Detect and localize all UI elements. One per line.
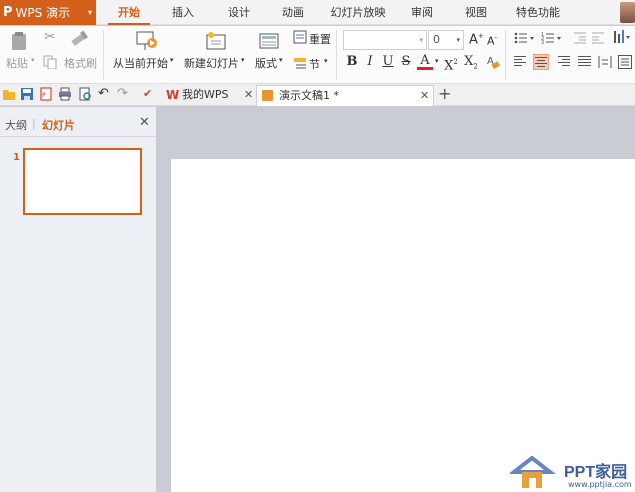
paste-icon[interactable] xyxy=(8,30,30,52)
grow-font-icon[interactable]: A+ xyxy=(469,32,484,47)
section-label[interactable]: 节 xyxy=(309,56,320,72)
menu-special[interactable]: 特色功能 xyxy=(510,0,566,25)
ribbon: 粘贴 ▾ ✂ 格式刷 从当前开始 ▾ 新建幻灯片 ▾ 版式 ▾ 重置 节 ▾ ▾… xyxy=(0,26,635,84)
font-color-button[interactable]: A xyxy=(417,54,433,70)
layout-icon[interactable] xyxy=(258,30,280,52)
chevron-down-icon[interactable]: ▾ xyxy=(324,57,328,65)
line-spacing-icon[interactable] xyxy=(617,54,633,70)
strikethrough-button[interactable]: S xyxy=(398,54,414,70)
chevron-down-icon[interactable]: ▾ xyxy=(435,57,439,65)
menu-slideshow[interactable]: 幻灯片放映 xyxy=(326,0,390,25)
avatar[interactable] xyxy=(620,2,635,23)
align-center-icon[interactable] xyxy=(533,54,549,70)
bullets-icon[interactable] xyxy=(513,30,541,46)
menu-insert[interactable]: 插入 xyxy=(163,0,203,25)
close-icon[interactable]: ✕ xyxy=(139,115,150,130)
new-slide-icon[interactable] xyxy=(203,29,229,53)
font-size-value: 0 xyxy=(433,33,440,46)
text-direction-icon[interactable] xyxy=(612,28,632,46)
chevron-down-icon[interactable]: ▾ xyxy=(241,56,245,64)
shrink-font-icon[interactable]: A- xyxy=(487,34,497,48)
decrease-indent-icon[interactable] xyxy=(572,30,588,46)
align-left-icon[interactable] xyxy=(513,54,529,70)
presentation-file-icon xyxy=(262,90,273,101)
close-icon[interactable]: ✕ xyxy=(420,86,429,106)
svg-text:3: 3 xyxy=(541,40,544,45)
superscript-button[interactable]: X2 xyxy=(443,54,459,73)
from-current-label[interactable]: 从当前开始 xyxy=(113,55,168,71)
tab-outline[interactable]: 大纲 xyxy=(5,117,27,133)
menu-review[interactable]: 审阅 xyxy=(402,0,442,25)
print-preview-icon[interactable] xyxy=(78,87,92,101)
tab-slides[interactable]: 幻灯片 xyxy=(42,117,75,133)
new-tab-button[interactable]: + xyxy=(438,85,451,106)
menu-home[interactable]: 开始 xyxy=(108,0,150,25)
font-name-combo[interactable]: ▾ xyxy=(343,30,427,50)
bold-button[interactable]: B xyxy=(344,54,360,70)
copy-icon[interactable] xyxy=(42,54,58,70)
panel-header: 大纲 | 幻灯片 ✕ xyxy=(0,107,157,137)
print-icon[interactable] xyxy=(58,87,72,101)
format-painter-label[interactable]: 格式刷 xyxy=(64,55,97,71)
font-size-combo[interactable]: 0 ▾ xyxy=(428,30,464,50)
menu-view[interactable]: 视图 xyxy=(456,0,496,25)
slide-page[interactable] xyxy=(171,159,635,492)
paste-dropdown-icon[interactable]: ▾ xyxy=(31,56,35,64)
wps-w-icon: W xyxy=(166,88,180,102)
distribute-icon[interactable] xyxy=(597,54,613,70)
chevron-down-icon: ▾ xyxy=(456,36,460,44)
app-name: WPS 演示 xyxy=(15,6,71,20)
reset-label[interactable]: 重置 xyxy=(309,31,331,47)
tab-document-label: 演示文稿1 * xyxy=(279,89,339,102)
menu-design[interactable]: 设计 xyxy=(219,0,259,25)
chevron-down-icon[interactable]: ▾ xyxy=(170,56,174,64)
paste-label[interactable]: 粘贴 xyxy=(6,55,28,71)
redo-icon[interactable]: ↷ xyxy=(117,87,131,101)
check-icon[interactable]: ✔ xyxy=(143,87,157,101)
underline-button[interactable]: U xyxy=(380,54,396,70)
chevron-down-icon: ▾ xyxy=(419,36,423,44)
menu-bar: P WPS 演示 ▾ 开始 插入 设计 动画 幻灯片放映 审阅 视图 特色功能 xyxy=(0,0,635,25)
numbering-icon[interactable]: 123 xyxy=(540,30,568,46)
layout-label[interactable]: 版式 xyxy=(255,55,277,71)
chevron-down-icon: ▾ xyxy=(87,8,92,17)
quick-access-toolbar: P ↶ ↷ ✔ W 我的WPS ✕ 演示文稿1 * ✕ + xyxy=(0,84,635,106)
menu-animation[interactable]: 动画 xyxy=(273,0,313,25)
new-slide-label[interactable]: 新建幻灯片 xyxy=(184,55,239,71)
watermark: PPT家园 www.pptjia.com xyxy=(508,455,635,492)
section-icon[interactable] xyxy=(292,55,308,71)
subscript-button[interactable]: X2 xyxy=(463,54,479,71)
increase-indent-icon[interactable] xyxy=(590,30,606,46)
tab-my-wps-label: 我的WPS xyxy=(182,88,229,101)
house-logo-icon xyxy=(510,456,556,488)
format-painter-icon[interactable] xyxy=(69,29,91,49)
tab-document[interactable]: 演示文稿1 * ✕ xyxy=(256,85,434,106)
justify-icon[interactable] xyxy=(577,54,593,70)
panel-divider: | xyxy=(32,117,36,130)
save-icon[interactable] xyxy=(20,87,34,101)
clear-format-icon[interactable]: A xyxy=(485,53,501,71)
play-from-current-icon[interactable] xyxy=(135,29,159,53)
tab-my-wps[interactable]: W 我的WPS ✕ xyxy=(160,85,254,106)
watermark-text: PPT家园 xyxy=(564,464,628,481)
cut-icon[interactable]: ✂ xyxy=(42,29,58,45)
app-menu-button[interactable]: P WPS 演示 ▾ xyxy=(0,0,96,25)
watermark-url: www.pptjia.com xyxy=(568,480,632,489)
slide-number: 1 xyxy=(13,152,20,163)
slide-thumbnail[interactable] xyxy=(23,148,142,215)
chevron-down-icon[interactable]: ▾ xyxy=(279,56,283,64)
pdf-icon[interactable]: P xyxy=(39,87,53,101)
reset-icon[interactable] xyxy=(292,29,308,45)
svg-text:P: P xyxy=(42,92,46,99)
wps-logo-icon: P xyxy=(3,5,13,20)
close-icon[interactable]: ✕ xyxy=(244,85,253,105)
italic-button[interactable]: I xyxy=(362,54,378,70)
open-folder-icon[interactable] xyxy=(2,87,16,101)
undo-icon[interactable]: ↶ xyxy=(98,87,112,101)
align-right-icon[interactable] xyxy=(557,54,573,70)
